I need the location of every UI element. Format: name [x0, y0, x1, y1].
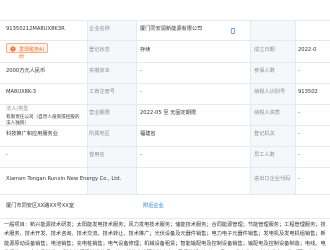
reg-no-value: - [140, 89, 142, 95]
paid-capital-label: 实缴资本 [89, 68, 110, 74]
company-name: 厦门同安润新能源有限公司 [140, 26, 203, 32]
staff-value: - [298, 152, 300, 158]
row-divider [0, 194, 330, 195]
reg-no-label: 工商注册号 [89, 89, 115, 95]
col-divider [87, 20, 88, 194]
staff-label: 员工人数 [254, 152, 275, 158]
row-divider [0, 62, 330, 63]
authority-value: - [298, 131, 300, 137]
taxpayer-qual-value: - [298, 110, 300, 116]
insured-label: 参保人数 [254, 68, 275, 74]
col-divider [136, 20, 137, 194]
row-divider [0, 83, 330, 84]
import-export-value: - [298, 176, 300, 182]
col-divider [250, 20, 251, 194]
taxpayer-value: 913502 [298, 89, 318, 95]
taxpayer-qual-label: 纳税人资质 [254, 110, 280, 116]
established-value: 2022-0 [298, 47, 317, 53]
english-name: Xiamen Tongan Runxin New Energy Co., Ltd… [6, 176, 122, 182]
business-period-value: 2022-05 至 无固定期限 [140, 110, 197, 116]
col-divider [295, 20, 296, 194]
company-type: 有限责任公司（自然人投资或控股的法人独资） [6, 115, 80, 126]
tax-dispute-badge[interactable]: 发现税务纠纷 [6, 43, 48, 60]
address: 厦门市同安区XX路XX号XX室 [6, 203, 75, 209]
company-name-label: 企业名称 [89, 26, 110, 32]
legal-rep-label: 法人/类型 [6, 106, 29, 112]
blank-cell: - [6, 152, 8, 158]
business-period-label: 营业期限 [89, 110, 110, 116]
former-name-value: - [140, 152, 142, 158]
established-label: 成立日期 [254, 47, 275, 53]
row-divider [0, 167, 330, 168]
tax-dispute-text: 发现税务纠纷 [19, 47, 45, 61]
nearby-companies-link[interactable]: 附近企业 [143, 203, 164, 209]
phone-icon[interactable] [230, 28, 236, 34]
status-value: 存续 [140, 47, 151, 53]
industry: 科技推广和应用服务业 [6, 131, 58, 137]
business-scope: 一般项目：新兴能源技术研发；太阳能发电技术服务；风力发电技术服务；储能技术服务；… [4, 222, 326, 250]
row-divider [0, 40, 330, 41]
row-divider [0, 146, 330, 147]
registered-capital: 2000万元人民币 [6, 68, 46, 74]
row-divider [0, 104, 330, 105]
authority-label: 登记机关 [254, 131, 275, 137]
row-divider [0, 20, 330, 21]
row-divider [0, 218, 330, 219]
insured-value: - [298, 68, 300, 74]
region-label: 所属地区 [89, 131, 110, 137]
former-name-label: 曾用名 [89, 152, 105, 158]
org-code: MA8UX8K-3 [6, 89, 37, 95]
import-export-label: 进出口企业代码 [254, 176, 291, 182]
warning-icon [10, 46, 16, 52]
status-label: 登记状态 [89, 47, 110, 53]
paid-capital-value: - [140, 68, 142, 74]
credit-code: 91350212MA8UX8K3R [6, 26, 65, 32]
region-value: 福建省 [140, 131, 156, 137]
taxpayer-label: 纳税人识别号 [254, 89, 286, 95]
